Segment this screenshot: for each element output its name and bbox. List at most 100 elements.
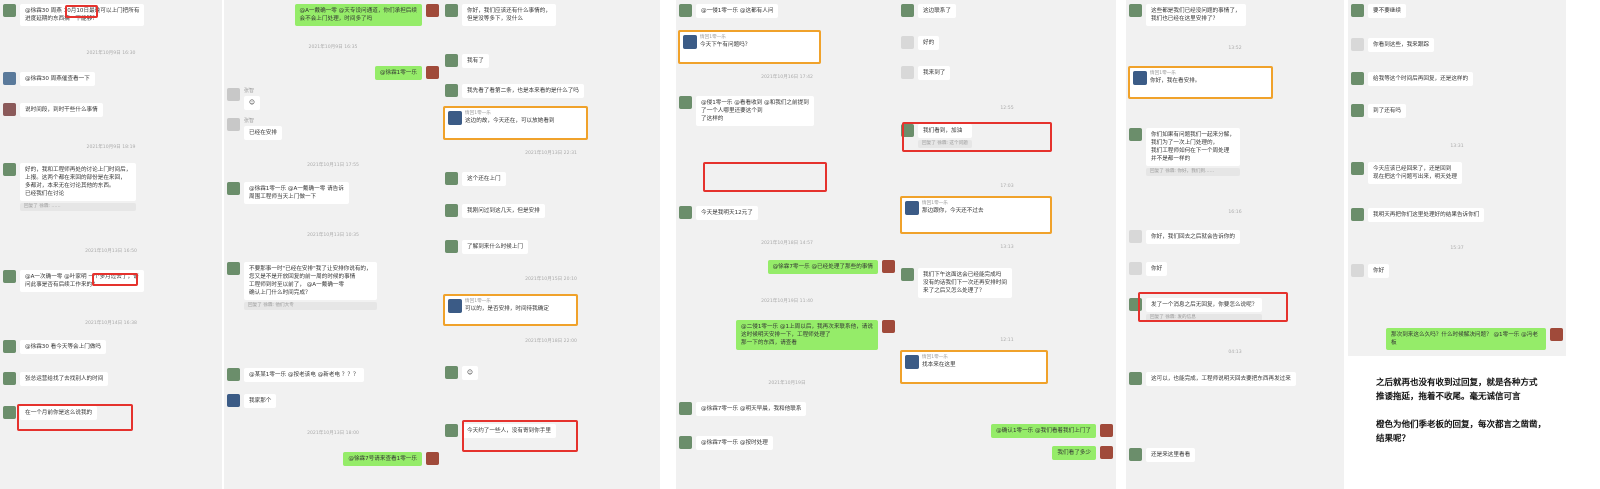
message-bubble[interactable]: 你好，我们应该还有什么事情的， 但是没等多下，没什么: [462, 4, 556, 26]
message-bubble[interactable]: 你看到这些，我来跟踪: [1368, 38, 1434, 52]
timestamp: 2021年10月11日 17:55: [307, 163, 359, 168]
message-bubble[interactable]: 已经在安排: [244, 126, 282, 140]
timestamp: 12:11: [1000, 338, 1014, 343]
timestamp: 2021年10月15日 20:10: [525, 277, 577, 282]
highlight-box-orange: [900, 350, 1048, 384]
message-bubble[interactable]: 我们下午这面这会已经能完成吗 没有的话我们下一次还再安排时间 来了之后又怎么处理…: [918, 268, 1012, 298]
message-bubble[interactable]: 要不要继续: [1368, 4, 1406, 18]
message-bubble[interactable]: 我先看了看第二条，也是本来看的是什么了吗: [462, 84, 584, 98]
avatar: [227, 182, 240, 195]
message-row: 你好: [1129, 262, 1171, 276]
message-row: @确认1零一乐 @我们看着我们上门了: [987, 424, 1113, 438]
avatar: [445, 424, 458, 437]
message-bubble[interactable]: 我来到了: [918, 66, 951, 80]
avatar: [227, 88, 240, 101]
message-row: 这可以，也能完成，工程师说明天回去要把东西再发过来: [1129, 372, 1300, 386]
message-row: 我刚问过到这几天，但是安排: [445, 204, 549, 218]
message-bubble[interactable]: @确认1零一乐 @我们看着我们上门了: [991, 424, 1096, 438]
message-bubble[interactable]: 张总运营给找了去找别人的时间: [20, 372, 109, 386]
quoted-reply: 回复了 徐霖: 他们大专: [244, 302, 377, 310]
message-bubble[interactable]: 我家那个: [244, 394, 277, 408]
avatar: [445, 172, 458, 185]
message-bubble[interactable]: @徐霖7零一乐 @已经处理了那些的事情: [767, 260, 878, 274]
avatar: [679, 402, 692, 415]
chat-panel-3: 你好，我们应该还有什么事情的， 但是没等多下，没什么 我有了 我先看了看第二条，…: [442, 0, 660, 489]
message-bubble[interactable]: @某某1零一乐 @按老该电 @新老电 ？？？: [244, 368, 364, 382]
avatar: [1351, 104, 1364, 117]
message-row: 这边联系了: [901, 4, 960, 18]
message-row: 你看到这些，我来跟踪: [1351, 38, 1438, 52]
timestamp: 2021年10月13日 16:50: [85, 249, 137, 254]
avatar: [1100, 424, 1113, 437]
message-bubble[interactable]: @A一戴确一零 @天专设问通道，你们承担后续 会不会上门处理，时间多了吗: [294, 4, 422, 26]
message-bubble[interactable]: 好的: [918, 36, 940, 50]
message-bubble[interactable]: 给我等这个时间后再回复，还是这样的: [1368, 72, 1474, 86]
message-row: 我明天再把你们这里处理好的结果告诉你们: [1351, 208, 1488, 222]
highlight-box-orange: [443, 106, 588, 140]
message-bubble[interactable]: 我们看了多少: [1052, 446, 1096, 460]
message-bubble[interactable]: 我刚问过到这几天，但是安排: [462, 204, 545, 218]
message-bubble[interactable]: 你好，我们回去之后就会告诉你的: [1146, 230, 1240, 244]
message-bubble[interactable]: @徐霖30 看今天等会上门做吗: [20, 340, 107, 354]
message-row: 我来到了: [901, 66, 954, 80]
message-bubble[interactable]: 你好: [1146, 262, 1168, 276]
avatar: [1129, 230, 1142, 243]
chat-panel-2: @A一戴确一零 @天专设问通道，你们承担后续 会不会上门处理，时间多了吗 202…: [224, 0, 442, 489]
avatar: [426, 66, 439, 79]
timestamp: 2021年10月18日 22:00: [525, 339, 577, 344]
message-bubble[interactable]: @徐霖7零一乐 @明天早晨，我和他联系: [696, 402, 807, 416]
message-bubble[interactable]: 到了还有吗: [1368, 104, 1406, 118]
avatar: [227, 118, 240, 131]
message-bubble[interactable]: 😊: [244, 96, 260, 110]
message-row: 给我等这个时间后再回复，还是这样的: [1351, 72, 1477, 86]
message-bubble[interactable]: 你们如果有问题我们一起来分解， 我们为了一次上门处理的， 我们工程师如何在下一个…: [1146, 128, 1240, 166]
message-row: @某某1零一乐 @按老该电 @新老电 ？？？: [227, 368, 368, 382]
message-bubble[interactable]: 这可以，也能完成，工程师说明天回去要把东西再发过来: [1146, 372, 1296, 386]
message-bubble[interactable]: 说时间段，到时干些什么事情: [20, 103, 103, 117]
avatar: [1100, 446, 1113, 459]
message-bubble[interactable]: 😊: [462, 366, 478, 380]
message-bubble[interactable]: 今天是我明天12元了: [696, 206, 758, 220]
message-bubble[interactable]: @徐霖1零一乐: [374, 66, 422, 80]
message-row: 我们看了多少: [1048, 446, 1113, 460]
message-bubble[interactable]: 那次到来这么久吗？什么时候解决问题？ @1零一乐 @冯老板: [1386, 328, 1546, 350]
message-bubble[interactable]: @一侵1零一乐 @这都有人问: [696, 4, 779, 18]
avatar: [3, 72, 16, 85]
message-bubble[interactable]: 我有了: [462, 54, 489, 68]
message-bubble[interactable]: @侵1零一乐 @看看收到 @和我们之前提到 了一个人哪里还要这个到 了这样的: [696, 96, 814, 126]
avatar: [1550, 328, 1563, 341]
message-bubble[interactable]: @徐霖1零一乐 @A一戴确一零 请告诉 周围工程师当天上门做一下: [244, 182, 349, 204]
avatar: [445, 84, 458, 97]
avatar: [445, 4, 458, 17]
message-bubble[interactable]: 你好: [1368, 264, 1390, 278]
message-bubble[interactable]: 这个还在上门: [462, 172, 506, 186]
message-bubble[interactable]: @二侵1零一乐 @1上周以后，我再次来联系他，请说 这时候明天安排一下，工程师处…: [736, 320, 878, 350]
message-bubble[interactable]: 我明天再把你们这里处理好的结果告诉你们: [1368, 208, 1485, 222]
message-bubble[interactable]: 了解到来什么时候上门: [462, 240, 528, 254]
message-bubble[interactable]: @徐霖7号请来查看1零一乐: [343, 452, 422, 466]
message-bubble[interactable]: @徐霖7零一乐 @按时处理: [696, 436, 773, 450]
message-row: @徐霖7零一乐 @明天早晨，我和他联系: [679, 402, 810, 416]
message-row: @侵1零一乐 @看看收到 @和我们之前提到 了一个人哪里还要这个到 了这样的: [679, 96, 818, 126]
message-bubble[interactable]: 这边联系了: [918, 4, 956, 18]
message-row: @二侵1零一乐 @1上周以后，我再次来联系他，请说 这时候明天安排一下，工程师处…: [732, 320, 895, 350]
message-bubble[interactable]: 这些都是我们已经没问题的事情了， 我们也已经在这里安排了？: [1146, 4, 1246, 26]
message-row: @徐霖1零一乐 @A一戴确一零 请告诉 周围工程师当天上门做一下: [227, 182, 353, 204]
message-bubble[interactable]: 不要那事一时"已经在安排"我了让安排你说有的， 您又是不是开放回复的前一周的时候…: [244, 262, 377, 300]
message-row: 要不要继续: [1351, 4, 1410, 18]
message-row: 不要那事一时"已经在安排"我了让安排你说有的， 您又是不是开放回复的前一周的时候…: [227, 262, 381, 310]
quoted-reply: 回复了 徐霖: ……: [20, 203, 137, 211]
highlight-box-orange: [678, 30, 821, 64]
chat-panel-5: 这边联系了 好的 我来到了 12:55 我们看到，加油 回复了 徐霖: 这个问题…: [898, 0, 1116, 489]
message-bubble[interactable]: 好的，我和工程师再处的讨论上门时间后， 上报。这两个都在来回的部份是在来回， 多…: [20, 163, 137, 201]
message-row: 😊: [445, 366, 482, 380]
message-bubble[interactable]: @徐霖30 周燕催查看一下: [20, 72, 95, 86]
message-row: 我有了: [445, 54, 493, 68]
avatar: [1351, 72, 1364, 85]
message-bubble[interactable]: 今天应该已经回来了，还是回到 现在把这个问题写出来，明天处理: [1368, 162, 1462, 184]
message-row: 这个还在上门: [445, 172, 510, 186]
commentary-text: 之后就再也没有收到过回复，就是各种方式 推诿拖延，拖着不收尾。毫无诚信可言 橙色…: [1376, 378, 1547, 444]
avatar: [679, 436, 692, 449]
message-bubble[interactable]: 还是来这里看看: [1146, 448, 1196, 462]
timestamp: 2021年10月13日 10:35: [307, 233, 359, 238]
